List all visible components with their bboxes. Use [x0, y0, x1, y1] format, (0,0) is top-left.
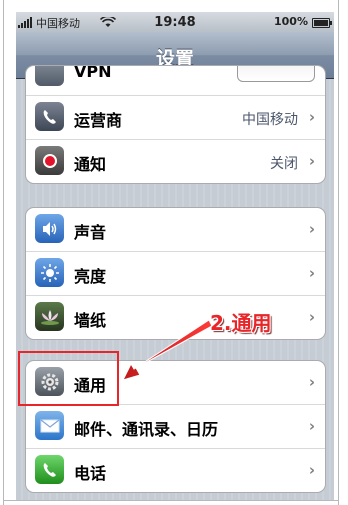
chevron-right-icon: › — [308, 264, 315, 282]
chevron-right-icon: › — [308, 220, 315, 238]
chevron-right-icon: › — [308, 373, 315, 391]
chevron-right-icon: › — [308, 417, 315, 435]
settings-row-phone[interactable]: 电话 › — [26, 448, 325, 492]
settings-row-notifications[interactable]: 通知 关闭 › — [26, 139, 325, 183]
settings-row-label: 运营商 — [74, 111, 123, 130]
battery-percentage: 100% — [274, 15, 308, 28]
settings-row-wallpaper[interactable]: 墙纸 › — [26, 295, 325, 339]
settings-row-label: 邮件、通讯录、日历 — [74, 420, 219, 439]
settings-row-sounds[interactable]: 声音 › — [26, 208, 325, 251]
settings-row-brightness[interactable]: 亮度 › — [26, 251, 325, 295]
notification-icon — [35, 146, 64, 175]
settings-row-vpn[interactable]: VPN — [26, 66, 325, 95]
annotation-highlight-box — [18, 351, 119, 406]
chevron-right-icon: › — [308, 461, 315, 479]
annotation-label: 2.通用 — [210, 311, 272, 335]
settings-row-value: 关闭 — [270, 156, 298, 172]
brightness-icon — [35, 258, 64, 287]
settings-row-value: 中国移动 — [242, 112, 298, 128]
carrier-icon — [35, 102, 64, 131]
frame-left-line — [3, 0, 4, 505]
settings-row-label: 电话 — [74, 464, 107, 483]
vpn-icon — [35, 66, 64, 86]
chevron-right-icon: › — [308, 308, 315, 326]
phone-icon — [35, 455, 64, 484]
settings-row-label: 亮度 — [74, 267, 107, 286]
settings-row-label: VPN — [74, 65, 112, 81]
frame-right-line — [338, 0, 339, 505]
chevron-right-icon: › — [308, 108, 315, 126]
vpn-toggle-switch[interactable] — [237, 66, 315, 82]
settings-group-network: VPN 运营商 中国移动 › 通知 关闭 › — [25, 65, 326, 184]
settings-row-carrier[interactable]: 运营商 中国移动 › — [26, 95, 325, 139]
settings-row-label: 墙纸 — [74, 311, 107, 330]
phone-screen: 中国移动 19:48 100% 设置 VPN 运营商 中国移动 › 通知 关闭 … — [16, 12, 334, 500]
battery-icon — [312, 18, 332, 28]
frame-bottom-line — [3, 500, 339, 501]
mail-icon — [35, 411, 64, 440]
settings-row-label: 通知 — [74, 155, 107, 174]
wallpaper-icon — [35, 302, 64, 331]
settings-row-label: 声音 — [74, 223, 107, 242]
sound-icon — [35, 214, 64, 243]
status-bar: 中国移动 19:48 100% — [16, 12, 334, 32]
chevron-right-icon: › — [308, 152, 315, 170]
settings-row-mail-contacts-calendars[interactable]: 邮件、通讯录、日历 › — [26, 404, 325, 448]
settings-group-display: 声音 › 亮度 › 墙纸 › — [25, 207, 326, 340]
